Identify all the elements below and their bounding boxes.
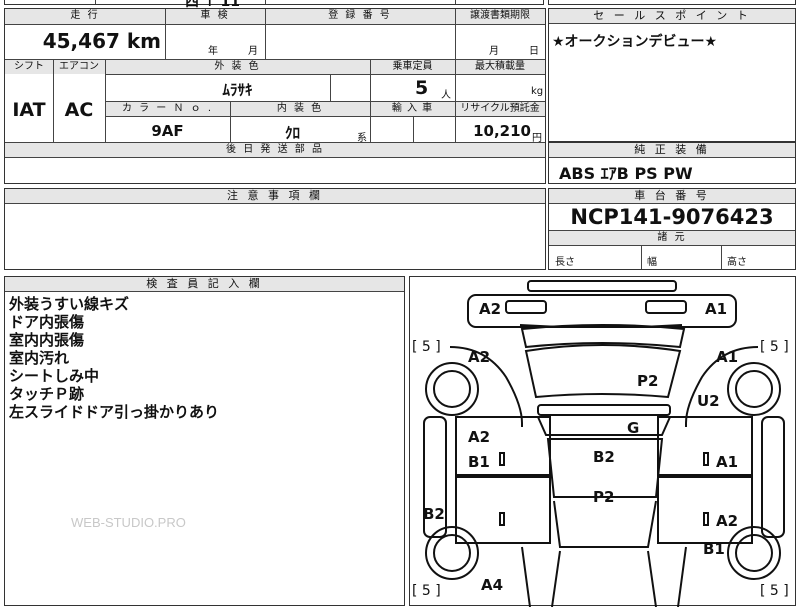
- damage-mark: B2: [593, 448, 615, 466]
- note-line: 室内内張傷: [9, 331, 85, 349]
- equipment-box: 純 正 装 備 ABS ｴｱB PS PW: [548, 142, 796, 184]
- damage-mark: B1: [468, 453, 490, 471]
- sales-point-label: セ ー ル ス ポ イ ン ト: [549, 9, 795, 24]
- inspection-year: 年: [208, 46, 218, 57]
- damage-mark: A2: [468, 348, 491, 366]
- roof-rear: [553, 500, 657, 548]
- door-handle: [499, 512, 505, 526]
- vehicle-info-table: 走 行 車 検 登 録 番 号 譲渡書類期限 45,467 km 年 月 月 日…: [4, 8, 546, 184]
- sales-point-box: セ ー ル ス ポ イ ン ト ★オークションデビュー★: [548, 8, 796, 142]
- chassis-box: 車 台 番 号 NCP141-9076423 諸 元 長さ 幅 高さ: [548, 188, 796, 270]
- height-label: 高さ: [727, 257, 747, 268]
- capacity-unit: 人: [441, 90, 451, 101]
- note-line: 左スライドドア引っ掛かりあり: [9, 403, 220, 421]
- top-strip-text: 西 ↑ 11: [185, 0, 240, 10]
- damage-mark: A2: [479, 300, 502, 318]
- note-line: ドア内張傷: [9, 313, 85, 331]
- capacity-value: 5: [415, 77, 429, 99]
- damage-mark: A1: [716, 453, 739, 471]
- hood: [520, 324, 686, 349]
- damage-mark: P2: [593, 488, 615, 506]
- left-headlight: [505, 300, 547, 314]
- parts-label: 後 日 発 送 部 品: [5, 143, 545, 157]
- import-label: 輸 入 車: [370, 102, 455, 116]
- front-bumper: [527, 280, 677, 292]
- damage-mark: U2: [697, 392, 720, 410]
- right-sill: [761, 416, 785, 538]
- note-line: タッチＰ跡: [9, 385, 85, 403]
- door-handle: [703, 452, 709, 466]
- chassis-number: NCP141-9076423: [570, 205, 774, 229]
- dims-label: 諸 元: [549, 231, 795, 245]
- transfer-month: 月: [489, 46, 499, 57]
- inspection-month: 月: [248, 46, 258, 57]
- tire-marker: [ 5 ]: [760, 583, 789, 599]
- roof-front: [537, 404, 671, 416]
- caution-label: 注 意 事 項 欄: [5, 189, 545, 204]
- rear-window: [551, 550, 657, 607]
- inspector-box: 検 査 員 記 入 欄 外装うすい線キズ ドア内張傷 室内内張傷 室内汚れ シー…: [4, 276, 405, 606]
- damage-mark: P2: [637, 372, 659, 390]
- recycle-value: 10,210: [473, 122, 531, 140]
- shift-value: IAT: [12, 99, 46, 121]
- mileage-value: 45,467 km: [42, 29, 161, 53]
- mileage-label: 走 行: [5, 9, 165, 24]
- width-label: 幅: [647, 257, 657, 268]
- sales-point-text: ★オークションデビュー★: [552, 34, 718, 50]
- door-handle: [499, 452, 505, 466]
- car-diagram-box: [ 5 ] [ 5 ] [ 5 ] [ 5 ] A2 A1 A2 A1 P2 U…: [409, 276, 796, 607]
- front-hood-edge: [467, 294, 737, 328]
- recycle-label: リサイクル預託金: [455, 102, 545, 116]
- transfer-label: 譲渡書類期限: [455, 9, 545, 24]
- tire-marker: [ 5 ]: [760, 339, 789, 355]
- watermark: WEB-STUDIO.PRO: [71, 515, 186, 530]
- damage-mark: A4: [481, 576, 504, 594]
- note-line: 外装うすい線キズ: [9, 295, 130, 313]
- chassis-label: 車 台 番 号: [549, 189, 795, 204]
- color-no-value: 9AF: [151, 122, 184, 140]
- roof-panel: [537, 416, 671, 436]
- note-line: シートしみ中: [9, 367, 100, 385]
- inspector-label: 検 査 員 記 入 欄: [5, 277, 404, 292]
- registration-label: 登 録 番 号: [265, 9, 455, 24]
- color-no-label: カ ラ ー Ｎ ｏ .: [105, 102, 230, 116]
- interior-color-value: ｸﾛ: [284, 124, 300, 142]
- equipment-value: ABS ｴｱB PS PW: [559, 164, 693, 183]
- aircon-value: AC: [64, 99, 94, 121]
- door-handle: [703, 512, 709, 526]
- top-strip-right: [548, 0, 796, 5]
- max-load-label: 最大積載量: [455, 60, 545, 74]
- top-strip: [4, 0, 544, 5]
- aircon-label: エアコン: [53, 60, 105, 74]
- damage-mark: A2: [468, 428, 491, 446]
- caution-box: 注 意 事 項 欄: [4, 188, 546, 270]
- inspector-notes: 外装うすい線キズ ドア内張傷 室内内張傷 室内汚れ シートしみ中 タッチＰ跡 左…: [9, 295, 219, 421]
- note-line: 室内汚れ: [9, 349, 70, 367]
- load-unit: kg: [531, 86, 544, 97]
- exterior-color-label: 外 装 色: [105, 60, 370, 74]
- tire-marker: [ 5 ]: [412, 339, 441, 355]
- equipment-label: 純 正 装 備: [549, 143, 795, 158]
- shift-label: シフト: [5, 60, 53, 74]
- interior-color-label: 内 装 色: [230, 102, 370, 116]
- damage-mark: A1: [716, 348, 739, 366]
- rear-quarter: [521, 546, 687, 607]
- damage-mark: G: [627, 419, 640, 437]
- length-label: 長さ: [555, 257, 575, 268]
- right-headlight: [645, 300, 687, 314]
- capacity-label: 乗車定員: [370, 60, 455, 74]
- transfer-day: 日: [529, 46, 539, 57]
- tire-marker: [ 5 ]: [412, 583, 441, 599]
- damage-mark: B1: [703, 540, 725, 558]
- damage-mark: B2: [423, 505, 445, 523]
- inspection-label: 車 検: [165, 9, 265, 24]
- damage-mark: A2: [716, 512, 739, 530]
- damage-mark: A1: [705, 300, 728, 318]
